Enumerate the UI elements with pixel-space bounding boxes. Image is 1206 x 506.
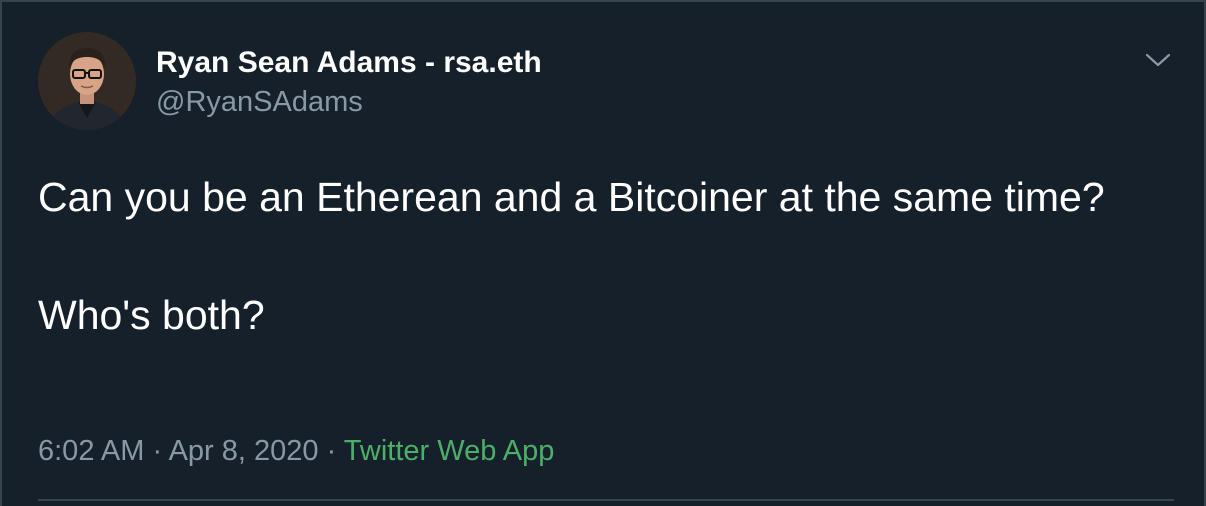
tweet-menu-button[interactable] xyxy=(1142,46,1174,74)
tweet-text-line: Who's both? xyxy=(38,292,265,338)
avatar-image xyxy=(38,32,136,130)
meta-separator: · xyxy=(144,435,169,467)
tweet-source-link[interactable]: Twitter Web App xyxy=(344,435,555,467)
chevron-down-icon xyxy=(1145,53,1171,67)
tweet-card: Ryan Sean Adams - rsa.eth @RyanSAdams Ca… xyxy=(0,0,1206,506)
meta-separator: · xyxy=(318,435,344,467)
avatar[interactable] xyxy=(38,32,136,130)
tweet-text: Can you be an Etherean and a Bitcoiner a… xyxy=(38,168,1158,345)
timestamp-date[interactable]: Apr 8, 2020 xyxy=(169,435,319,467)
tweet-meta: 6:02 AM · Apr 8, 2020 · Twitter Web App xyxy=(38,433,554,469)
timestamp-time[interactable]: 6:02 AM xyxy=(38,435,144,467)
divider xyxy=(38,499,1174,501)
user-handle[interactable]: @RyanSAdams xyxy=(156,85,363,119)
display-name[interactable]: Ryan Sean Adams - rsa.eth xyxy=(156,45,542,81)
tweet-text-line: Can you be an Etherean and a Bitcoiner a… xyxy=(38,174,1105,220)
